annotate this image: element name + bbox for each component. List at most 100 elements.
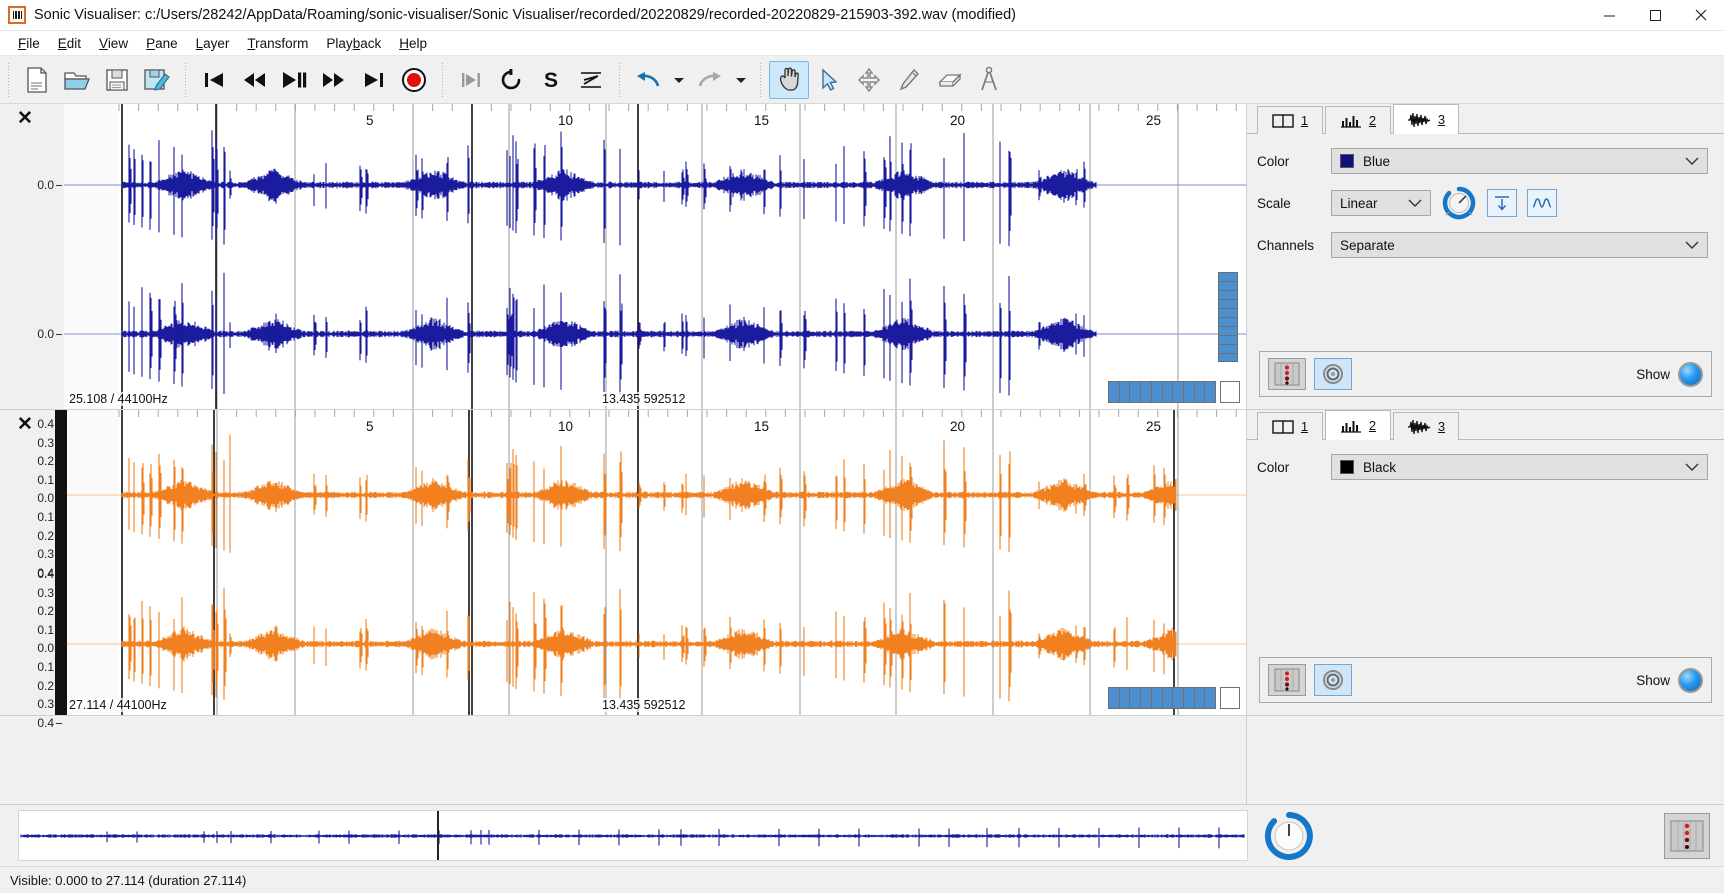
play-pause-button[interactable] (274, 61, 314, 99)
property-panel-1-color-combo[interactable]: Blue (1331, 148, 1708, 174)
property-panel-1-tab-2-label: 2 (1368, 113, 1377, 128)
menu-pane[interactable]: Pane (137, 34, 187, 53)
toolbar-grip-playback[interactable] (182, 62, 189, 97)
chevron-down-icon (1685, 463, 1699, 472)
pane-1-tick-5: 5 (366, 113, 374, 128)
toolbar-grip-playmode[interactable] (439, 62, 446, 97)
draw-tool-button[interactable] (889, 61, 929, 99)
navigate-tool-button[interactable] (769, 60, 809, 99)
overview-waveform[interactable] (18, 810, 1248, 861)
overview-bar (0, 804, 1724, 866)
pane-1-close-icon[interactable]: ✕ (17, 109, 33, 128)
property-panel-1-tab-1[interactable]: 1 (1257, 106, 1323, 134)
pane-1-ytick-0: 0.0 (37, 178, 62, 192)
fast-forward-to-end-button[interactable] (354, 61, 394, 99)
gain-knob[interactable] (1441, 185, 1477, 221)
rewind-to-start-button[interactable] (194, 61, 234, 99)
property-panel-2-tab-1[interactable]: 1 (1257, 412, 1323, 440)
select-tool-button[interactable] (809, 61, 849, 99)
property-panel-2-color-combo[interactable]: Black (1331, 454, 1708, 480)
pane-2-waveform (64, 410, 1246, 715)
play-selection-button[interactable] (451, 61, 491, 99)
pane-2-ytick-10: 0.3 (37, 585, 62, 600)
pane-2-horizontal-zoom[interactable] (1108, 687, 1216, 709)
redo-button[interactable] (690, 61, 730, 99)
property-panel-1-tab-2[interactable]: 2 (1325, 106, 1391, 134)
property-panel-2-tabs: 1 2 3 (1247, 410, 1724, 440)
property-panel-1-tab-3[interactable]: 3 (1393, 104, 1459, 134)
property-panel-1-color-value: Blue (1363, 153, 1391, 169)
histogram-icon (1340, 113, 1362, 129)
master-level-meter[interactable] (1664, 812, 1710, 859)
align-button[interactable] (571, 61, 611, 99)
playback-speed-knob[interactable] (1264, 811, 1314, 861)
menu-view[interactable]: View (90, 34, 137, 53)
level-meter-button[interactable] (1268, 664, 1306, 696)
property-panel-2-tab-3[interactable]: 3 (1393, 412, 1459, 440)
pane-2-close-icon[interactable]: ✕ (17, 415, 33, 434)
property-panel-1-scale-combo[interactable]: Linear (1331, 190, 1431, 216)
level-meter-button[interactable] (1268, 358, 1306, 390)
pane-2-ytick-15: 0.2 (37, 678, 62, 693)
loop-playback-button[interactable] (491, 61, 531, 99)
close-button[interactable] (1678, 0, 1724, 31)
pane-1-horizontal-zoom[interactable] (1108, 381, 1216, 403)
save-session-as-button[interactable] (137, 61, 177, 99)
menu-file[interactable]: File (9, 34, 49, 53)
undo-button[interactable] (628, 61, 668, 99)
property-panel-2-tab-2[interactable]: 2 (1325, 410, 1391, 440)
new-session-button[interactable] (17, 61, 57, 99)
pane-2-ytick-4: 0.0 (37, 491, 62, 506)
pane-2-level-bar (55, 410, 67, 715)
erase-tool-button[interactable] (929, 61, 969, 99)
overview-playhead[interactable] (437, 811, 439, 860)
property-panel-1-show-label: Show (1636, 366, 1670, 382)
pane-2[interactable]: ✕ 0.4 0.3 0.2 0.1 0.0 0.1 0.2 0.3 0.4 0.4 0.3 0.2 0.… (0, 410, 1246, 730)
toolbar-grip-file[interactable] (5, 62, 12, 97)
property-panel-2-color-row: Color Black (1257, 454, 1708, 480)
play-speaker-button[interactable] (1314, 664, 1352, 696)
open-session-button[interactable] (57, 61, 97, 99)
redo-menu-button[interactable] (730, 61, 752, 99)
pane-1-tick-15: 15 (754, 113, 770, 128)
waveform-shape-button[interactable] (1527, 189, 1557, 217)
pane-2-plot[interactable]: 5 10 15 20 25 27.114 / 44100Hz 13.435 59… (64, 410, 1246, 715)
pane-1-vertical-zoom (1218, 272, 1238, 362)
menu-edit[interactable]: Edit (49, 34, 90, 53)
undo-menu-button[interactable] (668, 61, 690, 99)
toolbar-grip-tools[interactable] (757, 62, 764, 97)
menu-playback[interactable]: Playback (317, 34, 390, 53)
measure-tool-button[interactable] (969, 61, 1009, 99)
status-text: Visible: 0.000 to 27.114 (duration 27.11… (10, 872, 247, 888)
main-toolbar: S (0, 56, 1724, 104)
status-bar: Visible: 0.000 to 27.114 (duration 27.11… (0, 866, 1724, 893)
rewind-button[interactable] (234, 61, 274, 99)
normalize-button[interactable] (1487, 189, 1517, 217)
menu-transform[interactable]: Transform (238, 34, 317, 53)
solo-button[interactable]: S (531, 61, 571, 99)
app-icon (8, 6, 26, 24)
property-panel-1-body: Color Blue Scale Linear Channels Separat… (1247, 134, 1724, 351)
save-session-button[interactable] (97, 61, 137, 99)
menu-layer[interactable]: Layer (187, 34, 239, 53)
show-led-toggle[interactable] (1678, 667, 1703, 693)
show-led-toggle[interactable] (1678, 361, 1703, 387)
fast-forward-button[interactable] (314, 61, 354, 99)
play-speaker-button[interactable] (1314, 358, 1352, 390)
property-panel-1: 1 2 3 Color Blue Scale Linear Channels S… (1247, 104, 1724, 410)
pane-2-zoom-reset-button[interactable] (1220, 687, 1240, 709)
property-panel-1-scale-row: Scale Linear (1257, 185, 1708, 221)
property-panel-1-color-label: Color (1257, 153, 1290, 169)
pane-1-zoom-reset-button[interactable] (1220, 381, 1240, 403)
maximize-button[interactable] (1632, 0, 1678, 31)
edit-tool-button[interactable] (849, 61, 889, 99)
pane-1-plot[interactable]: 5 10 15 20 25 25.108 / 44100Hz 13.435 59… (64, 104, 1246, 409)
pane-1[interactable]: ✕ 0.0 0.0 5 10 15 20 25 25.108 / 44100Hz… (0, 104, 1246, 410)
toolbar-grip-edit[interactable] (616, 62, 623, 97)
menu-help[interactable]: Help (390, 34, 436, 53)
waveform-icon (1407, 112, 1431, 128)
pane-2-ytick-9: 0.4 (37, 567, 62, 581)
record-button[interactable] (394, 61, 434, 99)
property-panel-1-channels-combo[interactable]: Separate (1331, 232, 1708, 258)
minimize-button[interactable] (1586, 0, 1632, 31)
